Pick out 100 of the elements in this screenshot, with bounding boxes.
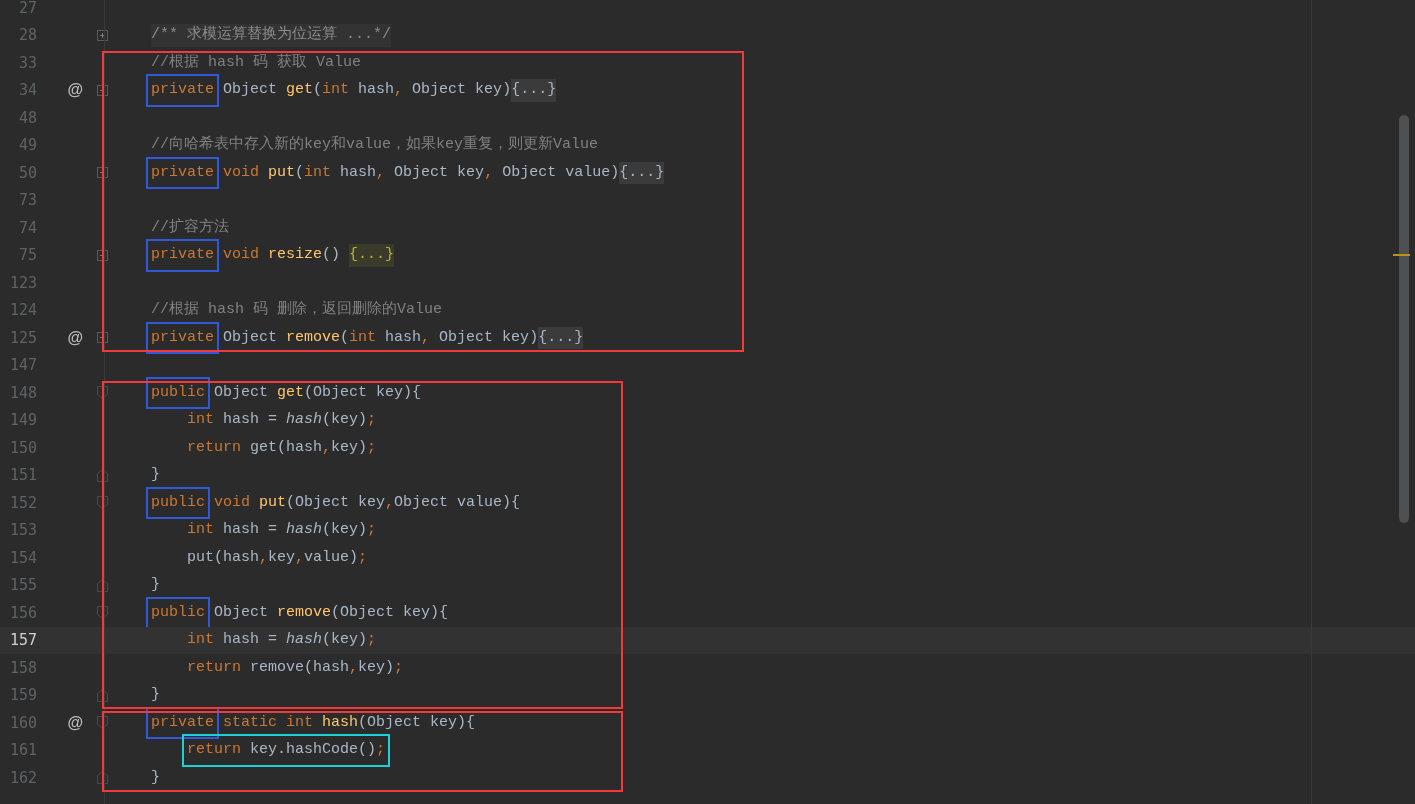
code-token: get — [286, 80, 314, 100]
code-token: Object — [222, 80, 279, 100]
line-number: 124 — [8, 300, 37, 321]
line-number: 157 — [8, 630, 37, 651]
code-token: () — [322, 245, 342, 265]
code-token: Object — [222, 327, 279, 348]
line-number: 125 — [8, 327, 37, 349]
code-token: ; — [376, 740, 386, 760]
code-token: Object value) — [501, 162, 620, 183]
code-token: ( — [295, 162, 305, 183]
code-token: Object value){ — [394, 492, 521, 513]
code-token: return — [186, 657, 241, 678]
code-token: put(hash — [186, 547, 260, 568]
line-number: 155 — [8, 575, 37, 596]
code-token: } — [151, 575, 160, 595]
code-token: ; — [367, 520, 377, 540]
implemented-marker[interactable]: @ — [67, 710, 83, 735]
code-token: hash — [286, 520, 323, 540]
code-token: put — [259, 492, 287, 513]
code-token: } — [151, 685, 160, 705]
code-token: value) — [304, 547, 359, 568]
code-token: (Object key){ — [304, 382, 422, 403]
code-token: hash — [286, 630, 323, 650]
code-token: int — [322, 80, 350, 100]
line-number: 48 — [17, 107, 37, 129]
code-token: (Object key){ — [358, 712, 476, 733]
code-token: remove(hash — [249, 657, 350, 678]
line-number: 159 — [8, 685, 37, 706]
code-token: hash — [322, 712, 359, 733]
line-number: 27 — [17, 0, 37, 19]
code-token: void — [213, 492, 252, 513]
code-token: } — [151, 465, 160, 485]
code-token: , — [259, 547, 269, 568]
code-token: key — [268, 547, 296, 568]
code-token: hash = — [222, 520, 279, 540]
code-token: private — [151, 162, 214, 183]
code-token: key.hashCode() — [249, 740, 377, 760]
expand-icon[interactable] — [97, 29, 108, 41]
line-number: 152 — [8, 492, 37, 514]
code-token: , — [385, 492, 395, 513]
code-token: Object key) — [411, 80, 512, 100]
code-token: //根据 hash 码 删除，返回删除的Value — [151, 299, 443, 320]
code-token: private — [151, 80, 214, 100]
code-token: , — [349, 657, 359, 678]
code-token: {...} — [619, 161, 665, 184]
code-token: ; — [358, 547, 368, 568]
code-token: remove — [286, 327, 341, 348]
code-token: , — [295, 547, 305, 568]
code-token: void — [222, 245, 261, 265]
code-token: , — [394, 80, 404, 100]
code-token: resize — [268, 245, 323, 265]
code-token: return — [186, 437, 241, 458]
code-token: int — [186, 410, 214, 430]
marker-stripe[interactable] — [1393, 254, 1410, 256]
line-number: 156 — [8, 602, 37, 624]
code-token: hash — [384, 327, 422, 348]
code-token: //扩容方法 — [151, 217, 229, 238]
implemented-marker[interactable]: @ — [67, 325, 83, 350]
code-token: ( — [313, 80, 323, 100]
code-token: hash = — [222, 630, 279, 650]
code-token: ; — [394, 657, 404, 678]
code-token: get — [277, 382, 305, 403]
code-token: {...} — [538, 326, 584, 349]
code-token: private — [151, 712, 214, 733]
line-number: 73 — [17, 190, 37, 211]
scrollbar-thumb[interactable] — [1399, 115, 1409, 523]
line-number: 150 — [8, 437, 37, 459]
code-token: , — [421, 327, 431, 348]
line-number: 49 — [17, 135, 37, 156]
line-number: 74 — [17, 217, 37, 239]
code-token: int — [304, 162, 332, 183]
code-token: Object key) — [438, 327, 539, 348]
code-token: (key) — [322, 630, 368, 650]
line-number: 50 — [17, 162, 37, 184]
code-token: int — [186, 630, 214, 650]
code-token: hash — [286, 410, 323, 430]
code-token: (key) — [322, 520, 368, 540]
code-token: void — [222, 162, 261, 183]
code-token: private — [151, 245, 214, 265]
code-token: public — [151, 382, 205, 403]
line-number: 161 — [8, 740, 37, 761]
line-number: 33 — [17, 52, 37, 74]
code-token: , — [376, 162, 386, 183]
code-token: remove — [277, 602, 332, 623]
code-token: {...} — [511, 79, 557, 102]
code-token: (Object key){ — [331, 602, 449, 623]
line-number: 154 — [8, 547, 37, 569]
code-token: static int — [222, 712, 315, 733]
line-number: 160 — [8, 712, 37, 734]
code-token: private — [151, 327, 214, 348]
implemented-marker[interactable]: @ — [67, 78, 83, 103]
line-number: 149 — [8, 410, 37, 431]
code-token: , — [322, 437, 332, 458]
code-token: //向哈希表中存入新的key和value，如果key重复，则更新Value — [151, 134, 599, 155]
code-token: //根据 hash 码 获取 Value — [151, 52, 362, 73]
code-token: ; — [367, 410, 377, 430]
code-token: int — [186, 520, 214, 540]
line-number: 148 — [8, 382, 37, 404]
code-token: hash — [339, 162, 377, 183]
code-token: key) — [358, 657, 395, 678]
